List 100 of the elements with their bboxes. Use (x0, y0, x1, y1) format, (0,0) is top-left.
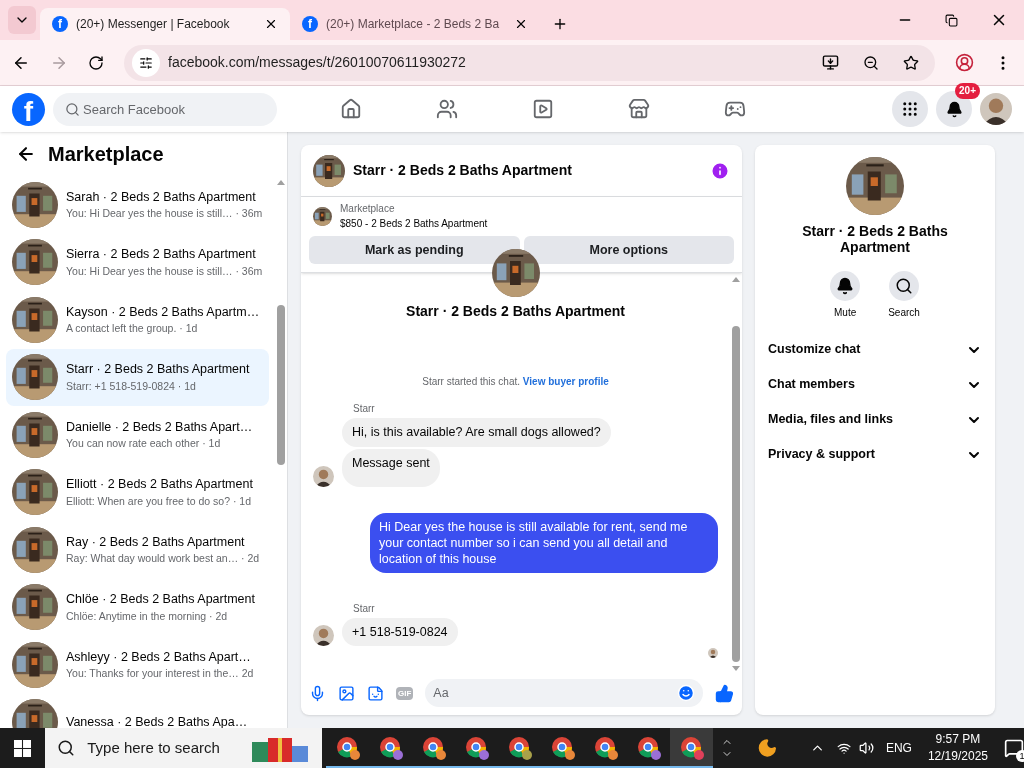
details-title: Starr · 2 Beds 2 Baths Apartment (801, 223, 949, 255)
browser-tab[interactable]: f (20+) Messenger | Facebook (40, 8, 290, 40)
video-icon[interactable] (532, 98, 554, 120)
install-icon[interactable] (822, 54, 839, 71)
bell-icon (836, 277, 855, 295)
conversation-item[interactable]: Starr · 2 Beds 2 Baths Apartment Starr: +1 518-519-0824 · 1d (6, 348, 269, 406)
url-text: facebook.com/messages/t/26010070611930272 (168, 53, 467, 72)
scroll-up-icon[interactable] (277, 180, 285, 185)
message-preview: You can now rate each other · 1d (66, 436, 222, 452)
conversation-item[interactable]: Ashleyy · 2 Beds 2 Baths Apart… You: Thanks for your interest in the… 2d (6, 636, 269, 694)
conversation-item[interactable]: Ray · 2 Beds 2 Baths Apartment Ray: What day would work best an… · 2d (6, 521, 269, 579)
conversation-name: Sarah · 2 Beds 2 Baths Apartment (66, 188, 257, 206)
avatar (313, 465, 334, 487)
facebook-favicon: f (52, 16, 68, 32)
friends-icon[interactable] (436, 98, 458, 120)
conversation-name: Ashleyy · 2 Beds 2 Baths Apart… (66, 648, 252, 666)
conversation-name: Danielle · 2 Beds 2 Baths Apart… (66, 418, 253, 436)
bookmark-icon[interactable] (903, 54, 919, 71)
taskbar-app[interactable] (669, 728, 713, 768)
search-icon (65, 101, 80, 117)
reload-icon[interactable] (88, 54, 104, 71)
menu-button[interactable] (892, 91, 928, 127)
search-field[interactable]: Search Facebook (53, 92, 277, 126)
bell-icon (945, 100, 963, 118)
moon-icon[interactable] (756, 737, 778, 759)
notification-badge: 20+ (955, 83, 980, 99)
grid-icon (901, 100, 919, 118)
conversation-name: Starr · 2 Beds 2 Baths Apartment (66, 361, 250, 378)
buyer-profile-link[interactable]: View buyer profile (522, 376, 609, 387)
scrollbar-thumb[interactable] (277, 305, 285, 465)
windows-start-icon[interactable] (14, 739, 32, 757)
action-circle-button[interactable] (830, 271, 861, 301)
conversation-name: Chlöe · 2 Beds 2 Baths Apartment (66, 591, 255, 608)
clock-date[interactable]: 12/19/2025 (927, 748, 988, 765)
sidebar-title: Marketplace (48, 142, 164, 167)
tab-title: (20+) Messenger | Facebook (76, 16, 231, 33)
message-preview: You: Hi Dear yes the house is still… · 36m (66, 263, 263, 279)
site-settings-icon[interactable] (139, 55, 153, 70)
sticker-icon[interactable] (367, 684, 384, 702)
notification-badge: 1 (1016, 750, 1024, 762)
info-icon[interactable] (710, 160, 730, 181)
message-bubble: +1 518-519-0824 (342, 617, 458, 647)
conversation-name: Ray · 2 Beds 2 Baths Apartment (66, 533, 246, 551)
browser-tab[interactable]: f (20+) Marketplace - 2 Beds 2 Ba (290, 8, 540, 40)
notification-center-button[interactable]: 1 (1004, 738, 1024, 758)
conversation-item[interactable]: Danielle · 2 Beds 2 Baths Apart… You can now rate each other · 1d (6, 406, 269, 464)
scroll-up-icon[interactable] (732, 277, 740, 282)
like-icon[interactable] (715, 683, 734, 703)
taskbar-search[interactable]: Type here to search (45, 728, 322, 768)
volume-icon[interactable] (858, 740, 874, 756)
conversation-item[interactable]: Sarah · 2 Beds 2 Baths Apartment You: Hi Dear yes the house is still… · 36m (6, 176, 269, 234)
facebook-logo[interactable]: f (12, 92, 45, 126)
listing-detail: $850 - 2 Beds 2 Baths Apartment (340, 217, 488, 231)
action-button[interactable]: Mark as pending (309, 236, 520, 264)
sender-name: Starr (353, 601, 376, 616)
language-indicator[interactable]: ENG (885, 739, 912, 757)
restore-icon[interactable] (945, 13, 958, 27)
action-button[interactable]: More options (523, 236, 734, 264)
message-field[interactable]: Aa (425, 679, 703, 707)
details-section[interactable]: Media, files and links (761, 402, 989, 437)
message-bubble: Hi, is this available? Are small dogs allowed? (342, 418, 611, 447)
action-label: Search (888, 306, 920, 320)
avatar (980, 93, 1012, 125)
profile-icon[interactable] (955, 53, 974, 72)
conversation-name: Vanessa · 2 Beds 2 Baths Apa… (66, 713, 248, 728)
message-preview: You: Thanks for your interest in the… 2d (66, 666, 254, 682)
conversation-name: Kayson · 2 Beds 2 Baths Apartm… (66, 303, 260, 321)
search-icon (895, 277, 913, 295)
close-icon[interactable] (264, 17, 278, 31)
message-preview: Elliott: When are you free to do so? · 1d (66, 493, 253, 509)
tab-list-button[interactable] (8, 6, 36, 34)
scroll-down-icon[interactable] (732, 666, 740, 671)
microphone-icon[interactable] (309, 684, 326, 702)
details-section[interactable]: Privacy & support (761, 437, 989, 472)
details-section[interactable]: Chat members (761, 367, 989, 402)
avatar (313, 625, 334, 647)
conversation-item[interactable]: Sierra · 2 Beds 2 Baths Apartment You: Hi Dear yes the house is still… · 36m (6, 233, 269, 291)
new-tab-icon[interactable] (552, 16, 568, 32)
action-label: Mute (834, 306, 857, 320)
conversation-name: Elliott · 2 Beds 2 Baths Apartment (66, 476, 253, 493)
message-preview: You: Hi Dear yes the house is still… · 36m (66, 206, 263, 222)
conversation-item[interactable]: Kayson · 2 Beds 2 Baths Apartm… A contact left the group. · 1d (6, 291, 269, 349)
store-icon[interactable] (628, 98, 650, 120)
conversation-item[interactable]: Elliott · 2 Beds 2 Baths Apartment Elliott: When are you free to do so? · 1d (6, 463, 269, 521)
message-preview: Starr: +1 518-519-0824 · 1d (66, 378, 197, 394)
back-icon[interactable] (16, 144, 36, 164)
home-icon[interactable] (340, 98, 362, 120)
address-bar[interactable]: facebook.com/messages/t/26010070611930272 (124, 44, 935, 81)
intro-note: Starr started this chat. (422, 376, 521, 387)
message-bubble: Hi Dear yes the house is still available for rent, send me your contact number so i can send you all detail and location of this house (370, 512, 718, 573)
scrollbar-thumb[interactable] (732, 326, 740, 662)
close-icon[interactable] (514, 17, 528, 31)
tab-title: (20+) Marketplace - 2 Beds 2 Ba (326, 16, 501, 33)
details-section[interactable]: Customize chat (761, 332, 989, 367)
clock-time[interactable]: 9:57 PM (935, 731, 981, 748)
photo-icon[interactable] (338, 684, 355, 702)
action-circle-button[interactable] (889, 271, 919, 301)
zoom-icon[interactable] (863, 54, 879, 71)
conversation-item[interactable]: Chlöe · 2 Beds 2 Baths Apartment Chlöe: Anytime in the morning · 2d (6, 578, 269, 636)
message-preview: A contact left the group. · 1d (66, 321, 199, 337)
